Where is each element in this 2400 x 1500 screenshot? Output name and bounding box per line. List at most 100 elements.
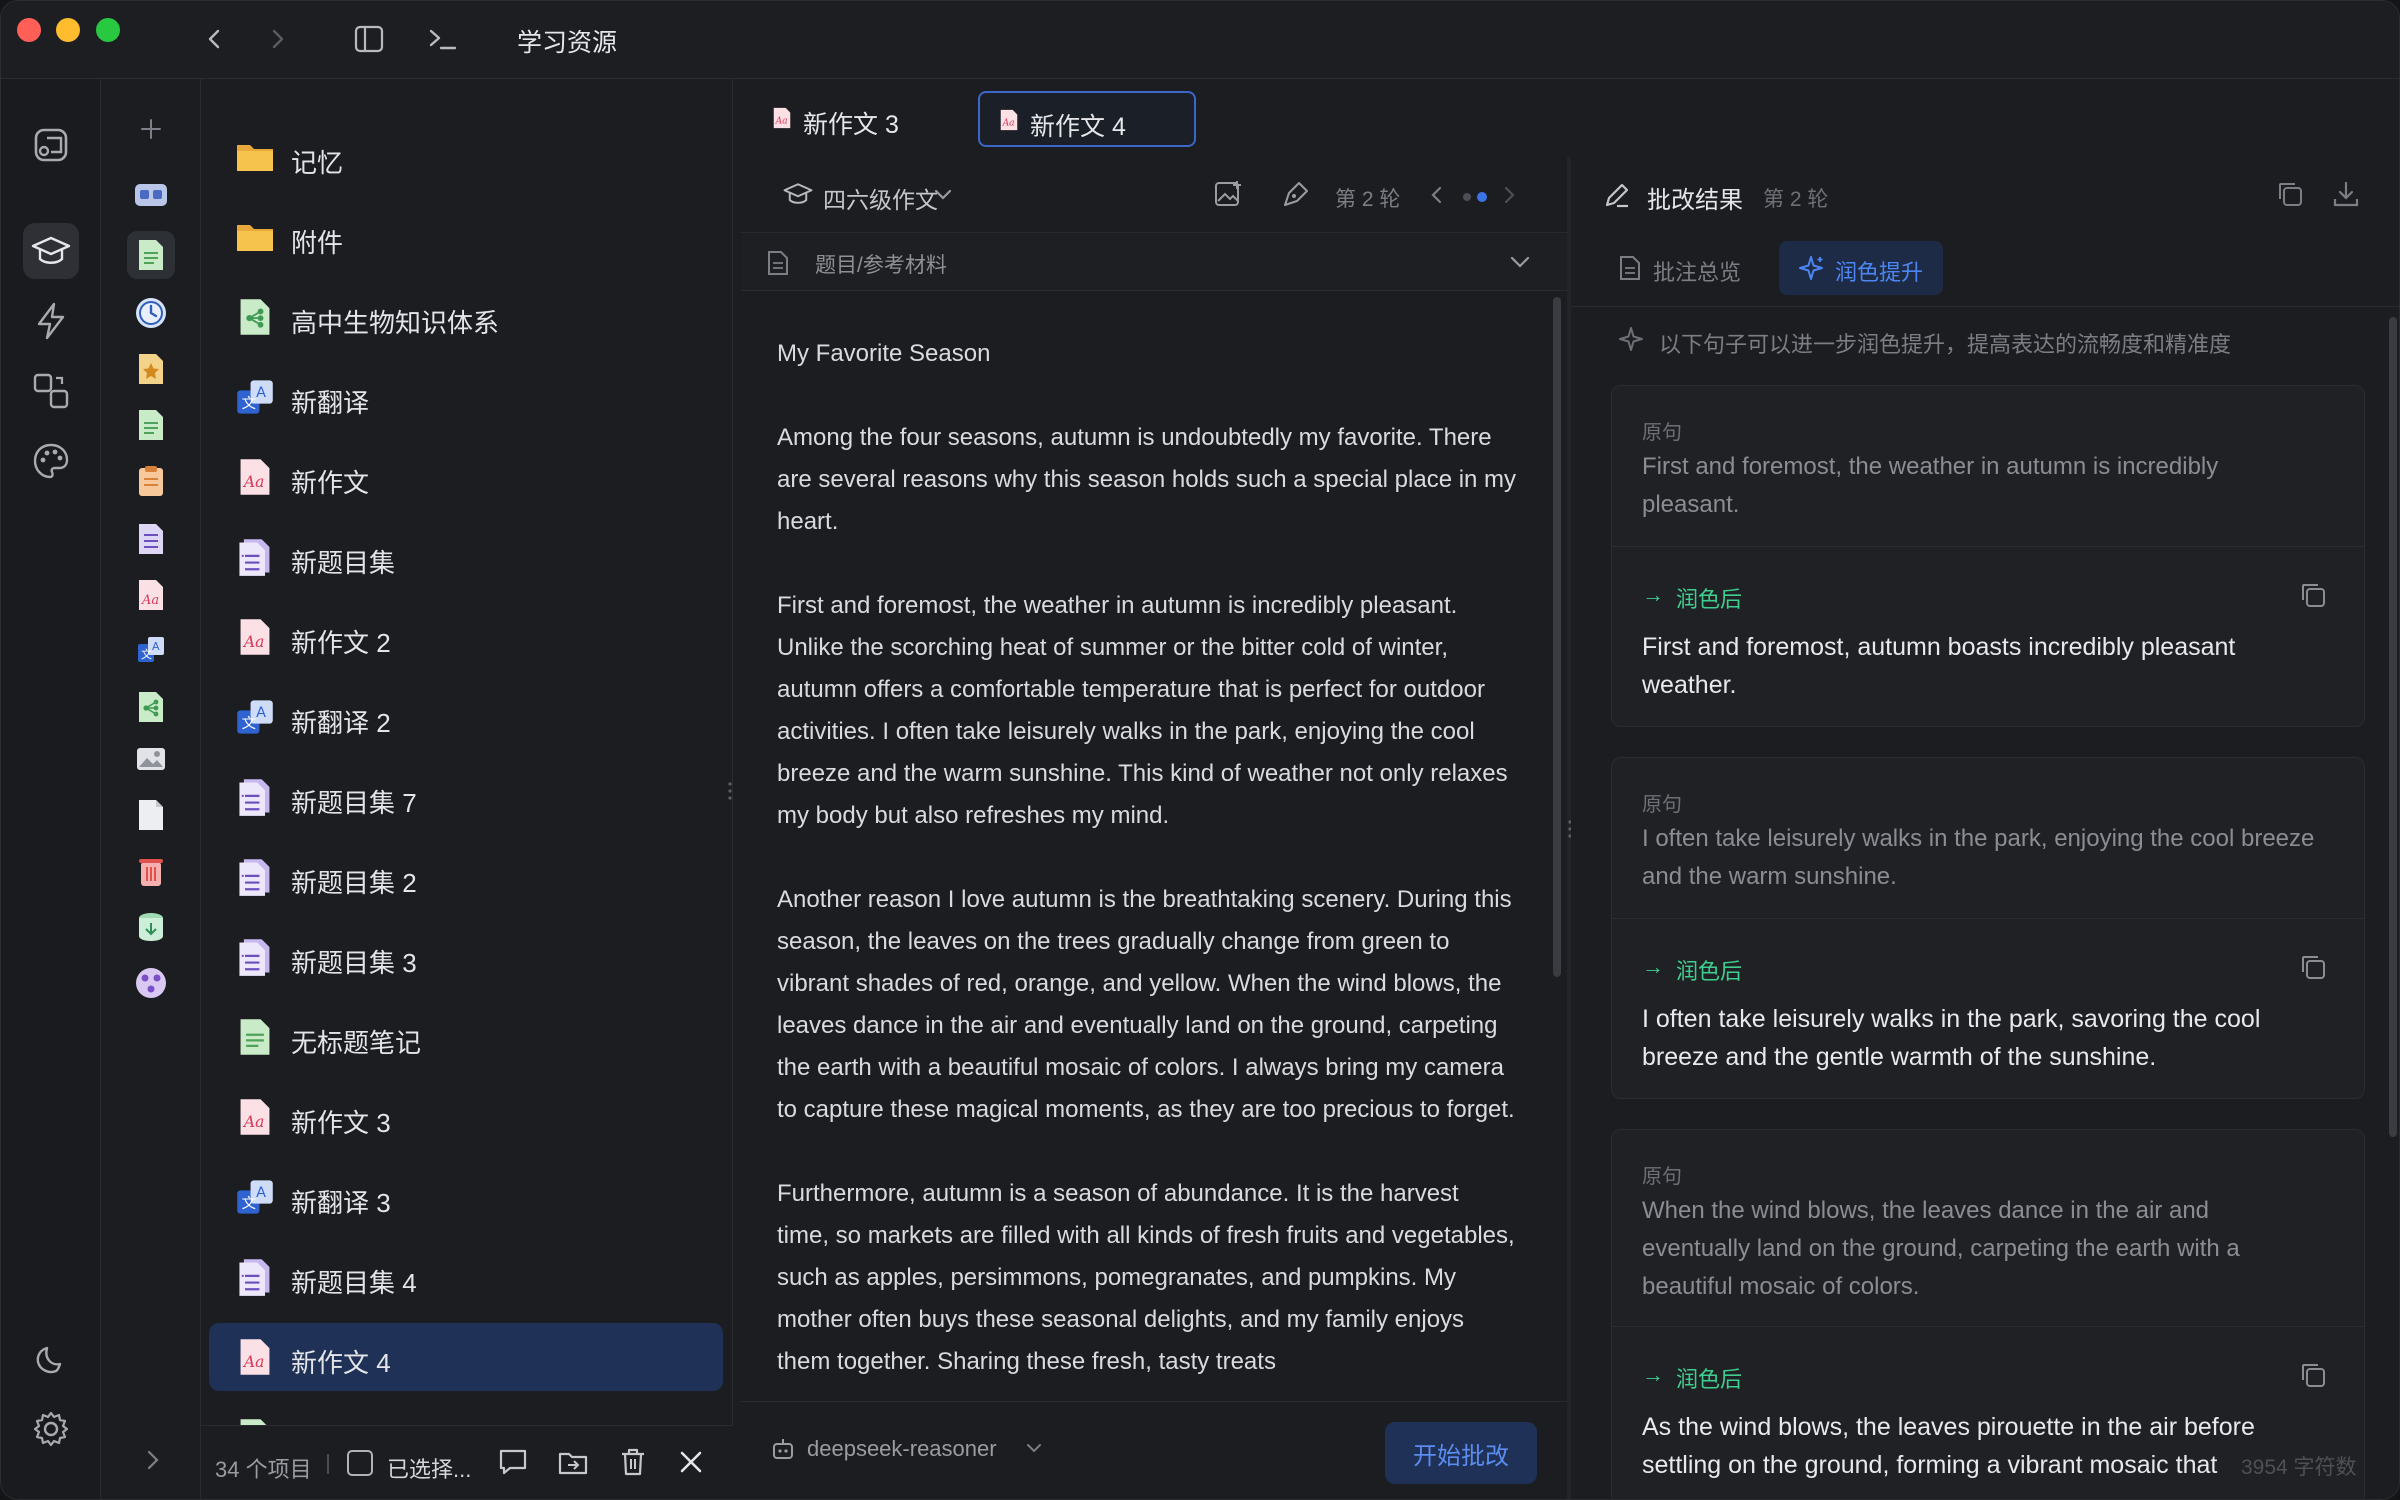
new-item-button[interactable] xyxy=(127,105,175,153)
filter-notes[interactable] xyxy=(127,231,175,279)
model-select[interactable]: deepseek-reasoner xyxy=(767,1426,1067,1472)
copy-icon xyxy=(2302,1364,2325,1387)
zoom-window-button[interactable] xyxy=(96,18,120,42)
tab-annotation-overview[interactable]: 批注总览 xyxy=(1607,241,1747,295)
trash-outline-icon xyxy=(622,1448,644,1476)
filter-graph[interactable] xyxy=(127,959,175,1007)
activity-quick[interactable] xyxy=(23,293,79,349)
review-scrollbar[interactable] xyxy=(2389,317,2397,1137)
close-window-button[interactable] xyxy=(17,18,41,42)
prev-round-button[interactable] xyxy=(1427,183,1447,207)
tab-essay-3[interactable]: Aa 新作文 3 xyxy=(753,91,943,147)
file-list-item[interactable]: 新题目集 4 xyxy=(209,1243,723,1311)
round-dot-1[interactable] xyxy=(1463,193,1471,201)
grip-icon xyxy=(728,782,732,800)
file-list-item-label: 新作文 xyxy=(291,468,370,498)
file-list-item[interactable]: 文 A 新翻译 xyxy=(209,363,723,431)
filter-favorites[interactable] xyxy=(127,345,175,393)
minimize-window-button[interactable] xyxy=(56,18,80,42)
expand-button[interactable] xyxy=(143,1448,173,1478)
essay-icon: Aa xyxy=(235,617,275,657)
file-list-item[interactable]: 新题目集 2 xyxy=(209,843,723,911)
activity-theme[interactable] xyxy=(23,433,79,489)
file-list-item[interactable]: 文 A 新翻译 3 xyxy=(209,1163,723,1231)
file-list-item[interactable]: Aa 新作文 xyxy=(209,443,723,511)
annotate-button[interactable] xyxy=(1281,179,1311,209)
activity-translate[interactable] xyxy=(23,363,79,419)
tab-polish[interactable]: 润色提升 xyxy=(1779,241,1943,295)
file-list-item[interactable]: 附件 xyxy=(209,203,723,271)
file-list-item[interactable]: Aa 新作文 2 xyxy=(209,603,723,671)
question-set-icon xyxy=(235,937,275,977)
filter-documents[interactable] xyxy=(127,401,175,449)
chevron-right-icon xyxy=(147,1450,159,1470)
activity-learning[interactable] xyxy=(23,223,79,279)
copy-all-button[interactable] xyxy=(2275,179,2305,209)
next-round-button[interactable] xyxy=(1499,183,1519,207)
move-button[interactable] xyxy=(557,1446,589,1478)
copy-polished-button[interactable] xyxy=(2298,580,2328,610)
dark-mode-button[interactable] xyxy=(23,1331,79,1387)
file-list-item[interactable]: Aa 新作文 4 xyxy=(209,1323,723,1391)
comment-button[interactable] xyxy=(497,1446,529,1478)
round-dot-2[interactable] xyxy=(1477,192,1487,202)
toggle-sidebar-button[interactable] xyxy=(351,21,387,57)
filter-cards[interactable] xyxy=(127,171,175,219)
select-all-checkbox[interactable] xyxy=(347,1450,373,1476)
essay-title: My Favorite Season xyxy=(777,340,991,367)
filter-essays[interactable]: Aa xyxy=(127,571,175,619)
svg-text:A: A xyxy=(256,1185,266,1201)
file-list-item[interactable]: Aa 新作文 3 xyxy=(209,1083,723,1151)
filter-question-sets[interactable] xyxy=(127,515,175,563)
filter-database[interactable] xyxy=(127,903,175,951)
file-list-item-label: 新翻译 3 xyxy=(291,1188,391,1218)
terminal-button[interactable] xyxy=(425,21,461,57)
svg-text:文: 文 xyxy=(242,395,256,412)
essay-icon: Aa xyxy=(235,1337,275,1377)
cancel-selection-button[interactable] xyxy=(677,1448,705,1476)
image-upload-button[interactable] xyxy=(1213,179,1243,209)
filter-mindmaps[interactable] xyxy=(127,683,175,731)
delete-button[interactable] xyxy=(617,1446,649,1478)
file-list-item[interactable]: 高中生物知识体系 xyxy=(209,283,723,351)
activity-notes[interactable] xyxy=(23,117,79,173)
file-list-item-label: 新翻译 xyxy=(291,388,370,418)
file-list-item[interactable]: 文 A 新翻译 2 xyxy=(209,683,723,751)
filter-files[interactable] xyxy=(127,791,175,839)
polish-hint: 以下句子可以进一步润色提升，提高表达的流畅度和精准度 xyxy=(1659,332,2232,357)
svg-text:文: 文 xyxy=(242,1195,256,1212)
file-list-item[interactable]: 新题目集 xyxy=(209,523,723,591)
editor-footer: deepseek-reasoner 开始批改 xyxy=(741,1401,1567,1499)
copy-polished-button[interactable] xyxy=(2298,1360,2328,1390)
sparkle-hint-icon xyxy=(1619,327,1643,351)
mindmap-icon xyxy=(235,297,275,337)
settings-button[interactable] xyxy=(23,1401,79,1457)
svg-text:Aa: Aa xyxy=(242,633,265,651)
filter-trash[interactable] xyxy=(127,847,175,895)
file-list-item[interactable]: 无标题笔记 xyxy=(209,1003,723,1071)
reference-material-toggle[interactable]: 题目/参考材料 xyxy=(741,233,1567,291)
copy-polished-button[interactable] xyxy=(2298,952,2328,982)
file-list-item[interactable]: 新题目集 7 xyxy=(209,763,723,831)
filter-translations[interactable]: 文A xyxy=(127,627,175,675)
download-button[interactable] xyxy=(2331,179,2361,209)
tab-label: 新作文 3 xyxy=(803,111,899,139)
file-list-resize-handle[interactable] xyxy=(727,781,733,801)
essay-type-select[interactable]: 四六级作文 xyxy=(781,175,961,215)
document-icon xyxy=(768,251,788,275)
filter-history[interactable] xyxy=(127,289,175,337)
editor-scrollbar[interactable] xyxy=(1553,297,1561,977)
start-review-button[interactable]: 开始批改 xyxy=(1385,1422,1537,1484)
back-button[interactable] xyxy=(197,21,233,57)
filter-clipboard[interactable] xyxy=(127,457,175,505)
file-list-item[interactable]: 记忆 xyxy=(209,123,723,191)
file-list-item[interactable]: 新题目集 3 xyxy=(209,923,723,991)
filter-images[interactable] xyxy=(127,735,175,783)
essay-text[interactable]: My Favorite Season Among the four season… xyxy=(777,333,1517,1398)
editor-toolbar: 四六级作文 第 2 轮 xyxy=(741,157,1567,233)
tab-essay-4[interactable]: Aa 新作文 4 xyxy=(978,91,1196,147)
original-sentence: First and foremost, the weather in autum… xyxy=(1642,453,2219,518)
window-title: 学习资源 xyxy=(517,29,618,57)
forward-button[interactable] xyxy=(259,21,295,57)
chevron-down-icon xyxy=(1510,256,1530,268)
